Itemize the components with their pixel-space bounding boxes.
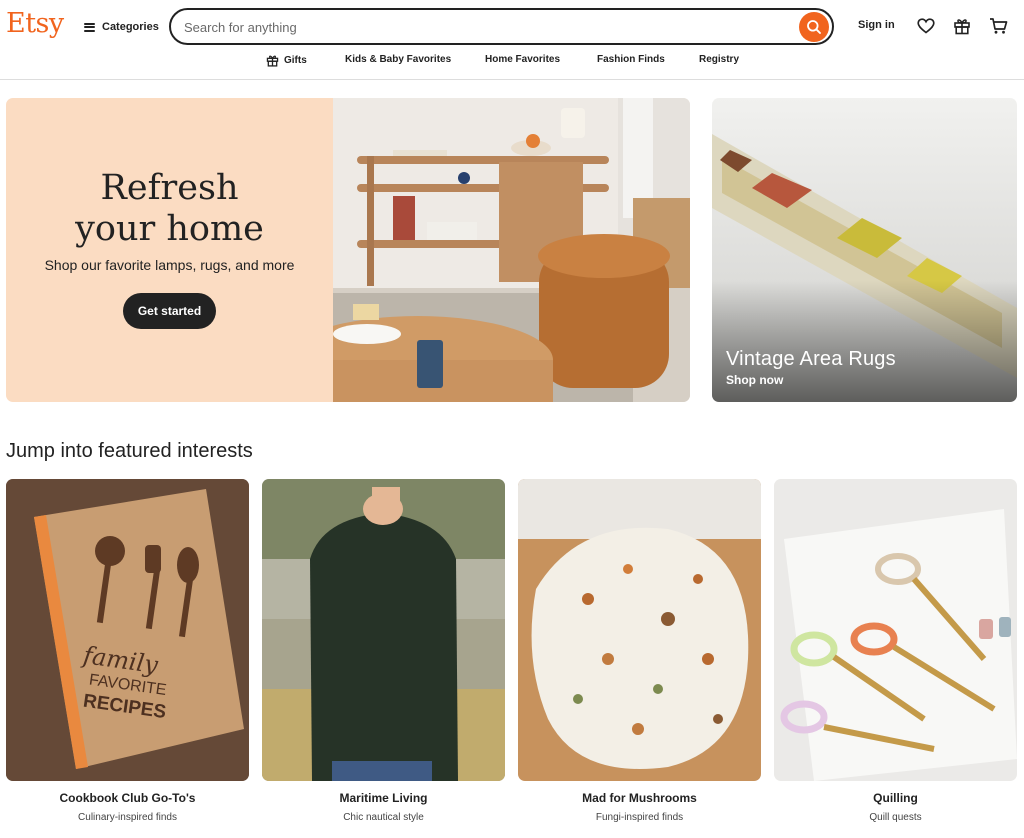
search-bar: [169, 8, 834, 45]
vintage-rugs-promo[interactable]: Vintage Area Rugs Shop now: [712, 98, 1017, 402]
favorites-button[interactable]: [916, 16, 936, 36]
hamburger-icon: [84, 22, 95, 32]
etsy-logo[interactable]: Etsy: [6, 8, 64, 39]
nav-label: Fashion Finds: [597, 54, 665, 65]
category-nav: Gifts Kids & Baby Favorites Home Favorit…: [0, 54, 1024, 70]
nav-item-home[interactable]: Home Favorites: [485, 54, 560, 65]
cart-button[interactable]: [988, 16, 1008, 36]
heart-icon: [917, 18, 935, 34]
categories-label: Categories: [102, 21, 159, 33]
card-image: [518, 479, 761, 781]
promo-title: Vintage Area Rugs: [726, 348, 896, 370]
hero-title-line: your home: [75, 209, 264, 249]
card-subtitle: Chic nautical style: [343, 812, 424, 823]
hero-subtitle: Shop our favorite lamps, rugs, and more: [44, 257, 295, 273]
gift-mode-button[interactable]: [952, 16, 972, 36]
nav-label: Kids & Baby Favorites: [345, 54, 452, 65]
nav-label: Registry: [699, 54, 740, 65]
living-room-image[interactable]: [333, 98, 690, 402]
get-started-button[interactable]: Get started: [123, 293, 216, 329]
card-title: Mad for Mushrooms: [582, 791, 697, 805]
featured-card-cookbook[interactable]: family FAVORITE RECIPES Cookbook Club Go…: [6, 479, 249, 823]
hero-banner: Refresh your home Shop our favorite lamp…: [6, 98, 690, 402]
hero-title: Refresh your home: [6, 168, 333, 250]
featured-card-maritime[interactable]: Maritime Living Chic nautical style: [262, 479, 505, 823]
card-subtitle: Fungi-inspired finds: [595, 812, 684, 823]
sign-in-link[interactable]: Sign in: [858, 19, 895, 31]
featured-heading: Jump into featured interests: [6, 440, 253, 462]
nav-label: Home Favorites: [485, 54, 561, 65]
featured-card-mushrooms[interactable]: Mad for Mushrooms Fungi-inspired finds: [518, 479, 761, 823]
hero-text-panel: Refresh your home Shop our favorite lamp…: [6, 98, 333, 402]
card-subtitle: Quill quests: [869, 812, 922, 823]
search-button[interactable]: [799, 12, 829, 42]
card-subtitle: Culinary-inspired finds: [78, 812, 177, 823]
nav-item-gifts[interactable]: Gifts: [266, 54, 307, 67]
card-title: Cookbook Club Go-To's: [59, 791, 196, 805]
card-image: [774, 479, 1017, 781]
cart-icon: [989, 18, 1007, 34]
card-image: family FAVORITE RECIPES: [6, 479, 249, 781]
card-image: [262, 479, 505, 781]
gift-icon: [954, 19, 970, 35]
nav-item-registry[interactable]: Registry: [699, 54, 739, 65]
site-header: Etsy Categories Sign in: [0, 0, 1024, 80]
nav-item-fashion[interactable]: Fashion Finds: [597, 54, 665, 65]
nav-item-kids-baby[interactable]: Kids & Baby Favorites: [345, 54, 451, 65]
featured-card-quilling[interactable]: Quilling Quill quests: [774, 479, 1017, 823]
categories-button[interactable]: Categories: [84, 17, 159, 37]
hero-title-line: Refresh: [100, 168, 239, 208]
card-title: Quilling: [873, 791, 918, 805]
gift-icon: [266, 55, 279, 67]
search-icon: [807, 20, 821, 34]
nav-label: Gifts: [284, 55, 307, 66]
promo-subtitle: Shop now: [726, 373, 784, 387]
card-title: Maritime Living: [339, 791, 428, 805]
search-input[interactable]: [184, 17, 784, 37]
